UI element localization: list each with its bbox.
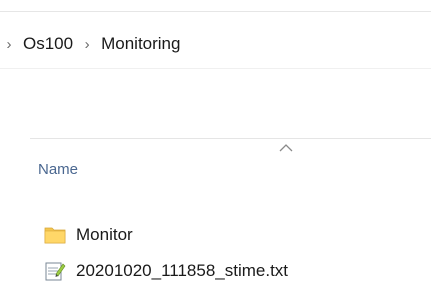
breadcrumb: › Os100 › Monitoring: [0, 32, 185, 56]
address-bar-bottom-border: [0, 68, 431, 69]
chevron-right-icon[interactable]: ›: [0, 36, 18, 53]
chevron-right-icon[interactable]: ›: [78, 36, 96, 53]
file-name: 20201020_111858_stime.txt: [76, 261, 289, 280]
folder-icon: [44, 225, 66, 245]
list-item-monitor[interactable]: Monitor: [44, 222, 133, 248]
list-item-stime-txt[interactable]: 20201020_111858_stime.txt: [44, 258, 288, 284]
breadcrumb-item-monitoring[interactable]: Monitoring: [96, 32, 185, 56]
column-header: Name: [30, 138, 431, 187]
sort-ascending-icon: [279, 144, 293, 152]
breadcrumb-item-os100[interactable]: Os100: [18, 32, 78, 56]
address-bar-top-border: [0, 11, 431, 12]
name-column-header[interactable]: Name: [38, 161, 78, 178]
file-name: Monitor: [76, 225, 133, 244]
text-file-icon: [44, 261, 66, 281]
